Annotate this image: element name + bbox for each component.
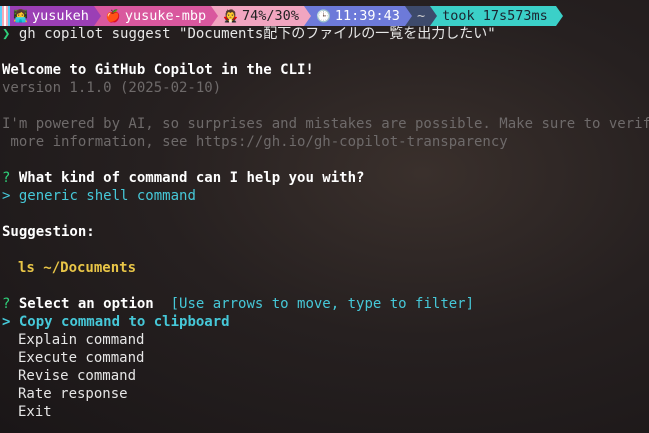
disclaimer-line-1: I'm powered by AI, so surprises and mist… — [2, 116, 649, 132]
welcome-title: Welcome to GitHub Copilot in the CLI! — [2, 62, 314, 78]
question-mark-icon: ? — [2, 170, 11, 186]
command-line: ❯ gh copilot suggest "Documents配下のファイルの一… — [2, 25, 496, 43]
terminal-window[interactable]: 👩‍💻 yusukeh 🍎 yusuke-mbp 🧛 74%/30% 🕒 11:… — [0, 0, 649, 433]
segment-separator — [93, 6, 101, 26]
question-kind-answer: > generic shell command — [2, 187, 196, 205]
suggestion-heading: Suggestion: — [2, 224, 95, 240]
question-mark-icon: ? — [2, 296, 11, 312]
option-rate-response[interactable]: Rate response — [18, 385, 128, 403]
option-label: Copy command to clipboard — [18, 314, 230, 330]
current-time: 11:39:43 — [334, 8, 400, 24]
answer-text: generic shell command — [18, 188, 196, 204]
command-duration: took 17s573ms — [442, 8, 548, 24]
segment-separator — [430, 6, 438, 26]
user-icon: 👩‍💻 — [13, 9, 28, 23]
version-text: version 1.1.0 (2025-02-10) — [2, 80, 222, 96]
option-prompt-hint: [Use arrows to move, type to filter] — [170, 296, 475, 312]
segment-separator — [404, 6, 412, 26]
clock-icon: 🕒 — [315, 9, 331, 23]
user-segment: 👩‍💻 yusukeh — [10, 6, 94, 26]
option-exit[interactable]: Exit — [18, 403, 52, 421]
battery-level: 74%/30% — [242, 8, 299, 24]
segment-separator — [303, 6, 311, 26]
option-explain-command[interactable]: Explain command — [18, 331, 144, 349]
question-kind-text: What kind of command can I help you with… — [18, 170, 365, 186]
host-segment: 🍎 yusuke-mbp — [100, 6, 212, 26]
disclaimer-line-2: more information, see https://gh.io/gh-c… — [2, 134, 508, 150]
answer-marker: > — [2, 188, 11, 204]
option-revise-command[interactable]: Revise command — [18, 367, 136, 385]
suggested-command[interactable]: ls ~/Documents — [18, 259, 136, 277]
battery-segment: 🧛 74%/30% — [218, 6, 304, 26]
selection-marker: > — [2, 314, 11, 330]
segment-separator — [555, 6, 563, 26]
battery-character-icon: 🧛 — [223, 9, 239, 23]
option-prompt: ? Select an option [Use arrows to move, … — [2, 295, 474, 313]
current-directory: ~ — [416, 8, 426, 24]
time-segment: 🕒 11:39:43 — [310, 6, 405, 26]
option-copy-command[interactable]: > Copy command to clipboard — [2, 313, 230, 331]
pride-flag-segment — [0, 6, 10, 26]
prompt-status-bar: 👩‍💻 yusukeh 🍎 yusuke-mbp 🧛 74%/30% 🕒 11:… — [0, 6, 649, 26]
option-execute-command[interactable]: Execute command — [18, 349, 144, 367]
question-kind: ? What kind of command can I help you wi… — [2, 169, 364, 187]
segment-separator — [211, 6, 219, 26]
hostname: yusuke-mbp — [124, 8, 207, 24]
prompt-chevron-icon: ❯ — [2, 26, 11, 42]
option-prompt-text: Select an option — [18, 296, 154, 312]
duration-segment: took 17s573ms — [437, 6, 556, 26]
directory-segment: ~ — [411, 6, 431, 26]
command-text: gh copilot suggest "Documents配下のファイルの一覧を… — [18, 26, 496, 42]
apple-icon: 🍎 — [105, 9, 121, 23]
username: yusukeh — [31, 8, 89, 24]
